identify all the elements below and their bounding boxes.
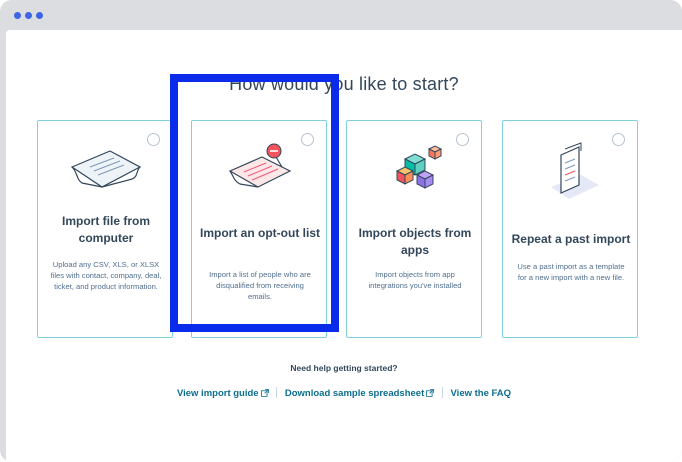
import-file-card[interactable]: Import file from computer Upload any CSV…	[37, 120, 173, 338]
repeat-past-import-card[interactable]: Repeat a past import Use a past import a…	[502, 120, 638, 338]
card-title: Import file from computer	[61, 214, 150, 245]
link-divider	[441, 387, 443, 398]
card-description: Import objects from app integrations you…	[368, 270, 462, 290]
opt-out-document-icon	[192, 137, 328, 199]
paper-document-icon	[38, 137, 174, 199]
help-heading: Need help getting started?	[290, 363, 398, 373]
page-title: How would you like to start?	[229, 74, 459, 94]
import-objects-apps-card[interactable]: Import objects from apps Import objects …	[346, 120, 482, 338]
download-sample-spreadsheet-link[interactable]: Download sample spreadsheet	[284, 388, 435, 399]
import-opt-out-card[interactable]: Import an opt-out list Import a list of …	[191, 120, 327, 338]
link-label: View the FAQ	[450, 388, 512, 399]
card-description: Use a past import as a template for a ne…	[517, 262, 625, 282]
card-title: Import objects from apps	[358, 226, 472, 257]
card-title: Repeat a past import	[511, 232, 631, 246]
past-import-document-icon	[503, 141, 639, 203]
window-minimize-dot[interactable]	[25, 12, 32, 19]
link-label: Download sample spreadsheet	[284, 388, 425, 399]
view-faq-link[interactable]: View the FAQ	[451, 388, 512, 399]
card-title: Import an opt-out list	[200, 226, 320, 240]
help-links: View import guide Download sample spread…	[6, 387, 682, 399]
window-maximize-dot[interactable]	[36, 12, 43, 19]
external-link-icon	[260, 389, 269, 397]
card-description: Upload any CSV, XLS, or XLSX files with …	[50, 260, 162, 291]
link-label: View import guide	[176, 388, 259, 399]
external-link-icon	[426, 389, 435, 397]
title-bar	[0, 0, 682, 30]
card-description: Import a list of people who are disquali…	[209, 270, 311, 301]
window-close-dot[interactable]	[14, 12, 21, 19]
view-import-guide-link[interactable]: View import guide	[177, 388, 269, 399]
import-start-page: How would you like to start? Import file…	[6, 30, 682, 462]
app-blocks-icon	[347, 137, 483, 199]
link-divider	[276, 387, 278, 398]
browser-window: How would you like to start? Import file…	[0, 0, 682, 462]
